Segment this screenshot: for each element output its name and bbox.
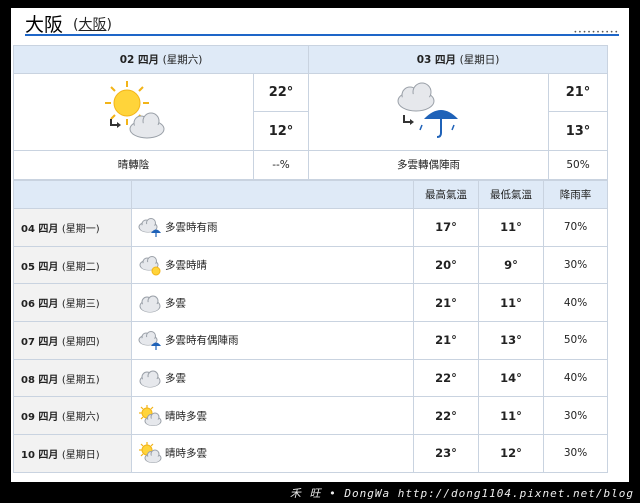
row-condition: 晴時多雲	[131, 434, 414, 473]
table-row: 10 四月 (星期日) 晴時多雲 23° 12° 30%	[13, 434, 608, 473]
row-low: 12°	[478, 434, 544, 473]
row-date: 05 四月 (星期二)	[13, 245, 132, 285]
week-header-rain: 降雨率	[543, 180, 608, 209]
row-low: 11°	[478, 396, 544, 436]
day-rain-1: 50%	[548, 149, 609, 181]
row-condition: 多雲時晴	[131, 245, 414, 285]
two-day-forecast: 02 四月 (星期六) 03 四月 (星期日) 22° 21° 12° 13° …	[12, 44, 609, 181]
watermark-text: 禾 旺 • DongWa http://dong1104.pixnet.net/…	[289, 487, 634, 500]
day-high-1: 21°	[548, 73, 609, 113]
row-date: 08 四月 (星期五)	[13, 358, 132, 398]
week-forecast: 最高氣溫 最低氣溫 降雨率 04 四月 (星期一) 多雲時有雨 17° 11° 70% 0…	[13, 180, 608, 473]
day-header-1: 03 四月 (星期日)	[308, 44, 609, 75]
cloud-icon	[138, 367, 162, 389]
row-high: 21°	[413, 283, 479, 323]
week-header-cond	[131, 180, 414, 209]
row-high: 22°	[413, 358, 479, 398]
city-link[interactable]: 大阪	[78, 17, 106, 33]
row-high: 23°	[413, 434, 479, 473]
row-date: 04 四月 (星期一)	[13, 208, 132, 247]
row-low: 9°	[478, 245, 544, 285]
row-date: 06 四月 (星期三)	[13, 283, 132, 323]
row-low: 11°	[478, 283, 544, 323]
day-icon-cell-0	[13, 73, 254, 151]
table-row: 06 四月 (星期三) 多雲 21° 11° 40%	[13, 283, 608, 323]
day-header-0: 02 四月 (星期六)	[12, 44, 310, 75]
week-header-high: 最高氣溫	[413, 180, 479, 209]
row-low: 14°	[478, 358, 544, 398]
day-desc-1: 多雲轉偶陣雨	[308, 149, 550, 181]
sun-to-cloud-icon	[104, 81, 164, 139]
row-low: 11°	[478, 208, 544, 247]
row-rain: 30%	[543, 396, 608, 436]
row-rain: 70%	[543, 208, 608, 247]
row-high: 17°	[413, 208, 479, 247]
row-rain: 40%	[543, 358, 608, 398]
week-header-date	[13, 180, 132, 209]
cloud-rain-icon	[138, 216, 162, 238]
row-condition: 多雲	[131, 283, 414, 323]
day-low-0: 12°	[252, 111, 310, 151]
week-header-low: 最低氣溫	[478, 180, 544, 209]
day-rain-0: --%	[252, 149, 310, 181]
row-date: 07 四月 (星期四)	[13, 321, 132, 360]
row-high: 20°	[413, 245, 479, 285]
city-title: 大阪	[25, 14, 64, 36]
table-row: 04 四月 (星期一) 多雲時有雨 17° 11° 70%	[13, 208, 608, 247]
table-row: 07 四月 (星期四) 多雲時有偶陣雨 21° 13° 50%	[13, 321, 608, 360]
city-header: 大阪 (大阪) ••••••••••	[25, 8, 619, 38]
header-rule	[25, 34, 619, 36]
day-icon-cell-1	[308, 73, 550, 151]
day-low-1: 13°	[548, 111, 609, 151]
sun-cloud-icon	[138, 442, 162, 464]
table-row: 05 四月 (星期二) 多雲時晴 20° 9° 30%	[13, 245, 608, 285]
row-condition: 多雲時有偶陣雨	[131, 321, 414, 360]
row-low: 13°	[478, 321, 544, 360]
cloud-to-rain-icon	[397, 82, 458, 139]
day-desc-0: 晴轉陰	[13, 149, 254, 181]
day-high-0: 22°	[252, 73, 310, 113]
row-rain: 30%	[543, 434, 608, 473]
city-subtitle: (大阪)	[73, 17, 112, 33]
row-high: 22°	[413, 396, 479, 436]
row-date: 10 四月 (星期日)	[13, 434, 132, 473]
cloud-icon	[138, 292, 162, 314]
cloud-sun-icon	[138, 254, 162, 276]
row-high: 21°	[413, 321, 479, 360]
sun-cloud-icon	[138, 404, 162, 427]
cloud-rain-icon	[138, 329, 162, 351]
row-date: 09 四月 (星期六)	[13, 396, 132, 436]
table-row: 08 四月 (星期五) 多雲 22° 14° 40%	[13, 358, 608, 398]
row-rain: 40%	[543, 283, 608, 323]
table-row: 09 四月 (星期六) 晴時多雲 22° 11° 30%	[13, 396, 608, 436]
row-condition: 晴時多雲	[131, 396, 414, 436]
row-condition: 多雲時有雨	[131, 208, 414, 247]
row-rain: 50%	[543, 321, 608, 360]
row-rain: 30%	[543, 245, 608, 285]
row-condition: 多雲	[131, 358, 414, 398]
